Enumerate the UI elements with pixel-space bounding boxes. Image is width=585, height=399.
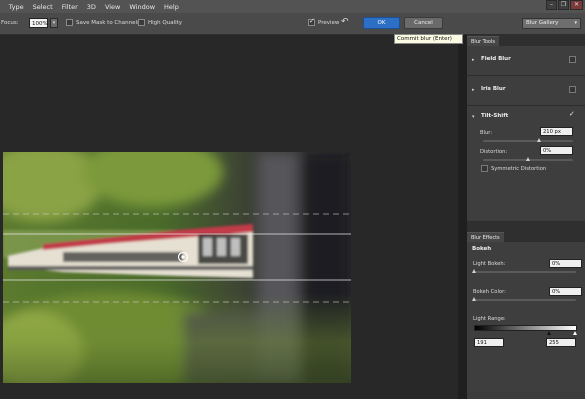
focus-input[interactable]: 100% <box>29 18 48 28</box>
blur-tools-tab-bar: Blur Tools <box>467 35 585 46</box>
menu-bar: r Type Select Filter 3D View Window Help… <box>0 0 585 13</box>
blur-effects-settings: Bokeh Light Bokeh: 0% Bokeh Color: 0% Li… <box>467 242 585 392</box>
blur-slider-thumb[interactable] <box>536 138 541 142</box>
collapsed-triangle-icon: ▸ <box>472 87 475 93</box>
symmetric-distortion-checkbox[interactable] <box>481 165 488 172</box>
preview-checkbox[interactable] <box>308 17 315 26</box>
light-range-high-thumb[interactable] <box>573 331 577 335</box>
tilt-shift-row[interactable]: ▾ Tilt-Shift <box>467 106 585 126</box>
light-range-high-field[interactable]: 255 <box>546 338 576 347</box>
panel-divider[interactable] <box>458 35 467 399</box>
preview-label: Preview <box>318 20 340 26</box>
restore-icon[interactable]: ❐ <box>558 0 569 10</box>
ok-button[interactable]: OK <box>363 17 400 29</box>
save-mask-checkbox[interactable] <box>66 19 73 26</box>
blur-slider[interactable] <box>483 140 573 142</box>
light-bokeh-label: Light Bokeh: <box>473 261 506 267</box>
tab-blur-effects[interactable]: Blur Effects <box>467 232 504 242</box>
bokeh-color-value-field[interactable]: 0% <box>549 287 582 296</box>
menu-item-window[interactable]: Window <box>129 3 155 11</box>
symmetric-distortion-label: Symmetric Distortion <box>491 166 547 172</box>
tab-blur-tools[interactable]: Blur Tools <box>467 36 499 46</box>
menu-item-filter[interactable]: Filter <box>62 3 78 11</box>
workspace-select-value: Blur Gallery <box>526 20 559 26</box>
distortion-label: Distortion: <box>480 149 508 155</box>
light-bokeh-slider-thumb[interactable] <box>472 269 476 273</box>
collapsed-triangle-icon: ▸ <box>472 57 475 63</box>
light-range-gradient[interactable] <box>474 325 577 331</box>
workspace-select[interactable]: Blur Gallery ▾ <box>522 18 581 29</box>
iris-blur-checkbox[interactable] <box>569 86 576 93</box>
menu-item-view[interactable]: View <box>105 3 120 11</box>
document-image[interactable] <box>3 152 351 383</box>
light-bokeh-value-field[interactable]: 0% <box>549 259 582 268</box>
bokeh-label: Bokeh <box>472 246 492 252</box>
distortion-value-field[interactable]: 0% <box>540 146 573 155</box>
minimize-icon[interactable]: – <box>546 0 557 10</box>
high-quality-checkbox[interactable] <box>138 19 145 26</box>
menu-item-help[interactable]: Help <box>164 3 179 11</box>
bokeh-color-label: Bokeh Color: <box>473 289 506 295</box>
focus-label: Focus: <box>1 20 19 26</box>
chevron-down-icon: ▾ <box>574 20 577 26</box>
cancel-button[interactable]: Cancel <box>404 17 443 29</box>
tilt-shift-settings: Blur: 210 px Distortion: 0% Symmetric Di… <box>467 126 585 222</box>
field-blur-label: Field Blur <box>481 56 511 62</box>
save-mask-label: Save Mask to Channels <box>76 20 140 26</box>
light-range-low-field[interactable]: 191 <box>474 338 504 347</box>
menu-item-type[interactable]: Type <box>9 3 24 11</box>
blur-panel: Blur Tools ▸ Field Blur ▸ Iris Blur ▾ Ti… <box>467 35 585 399</box>
field-blur-checkbox[interactable] <box>569 56 576 63</box>
window-controls: – ❐ ✕ <box>546 0 583 12</box>
light-range-low-thumb[interactable] <box>547 331 551 335</box>
close-icon[interactable]: ✕ <box>570 0 583 10</box>
menu-item-3d[interactable]: 3D <box>87 3 96 11</box>
focus-dropdown-arrow-icon[interactable]: ▾ <box>50 18 58 28</box>
blur-value-field[interactable]: 210 px <box>540 127 573 136</box>
commit-blur-tooltip: Commit blur (Enter) <box>394 34 463 44</box>
bokeh-checkbox[interactable] <box>569 245 576 252</box>
tilt-shift-checkbox[interactable] <box>569 110 576 120</box>
expanded-triangle-icon: ▾ <box>472 114 475 120</box>
bokeh-color-slider[interactable] <box>474 299 576 301</box>
bokeh-color-slider-thumb[interactable] <box>472 297 476 301</box>
distortion-slider-thumb[interactable] <box>526 157 530 161</box>
options-bar: Focus: 100% ▾ Save Mask to Channels High… <box>0 13 585 35</box>
field-blur-row[interactable]: ▸ Field Blur <box>467 46 585 76</box>
light-range-label: Light Range: <box>473 316 506 322</box>
iris-blur-label: Iris Blur <box>481 86 506 92</box>
light-bokeh-slider[interactable] <box>474 271 576 273</box>
blur-gallery-app: r Type Select Filter 3D View Window Help… <box>0 0 585 399</box>
iris-blur-row[interactable]: ▸ Iris Blur <box>467 76 585 106</box>
tilt-shift-label: Tilt-Shift <box>481 113 509 119</box>
blur-label: Blur: <box>480 130 493 136</box>
blur-effects-tab-bar: Blur Effects <box>467 231 585 242</box>
high-quality-label: High Quality <box>148 20 183 26</box>
undo-icon[interactable]: ↶ <box>341 17 353 28</box>
tilt-shift-preview <box>3 152 351 383</box>
menu-item-select[interactable]: Select <box>33 3 53 11</box>
